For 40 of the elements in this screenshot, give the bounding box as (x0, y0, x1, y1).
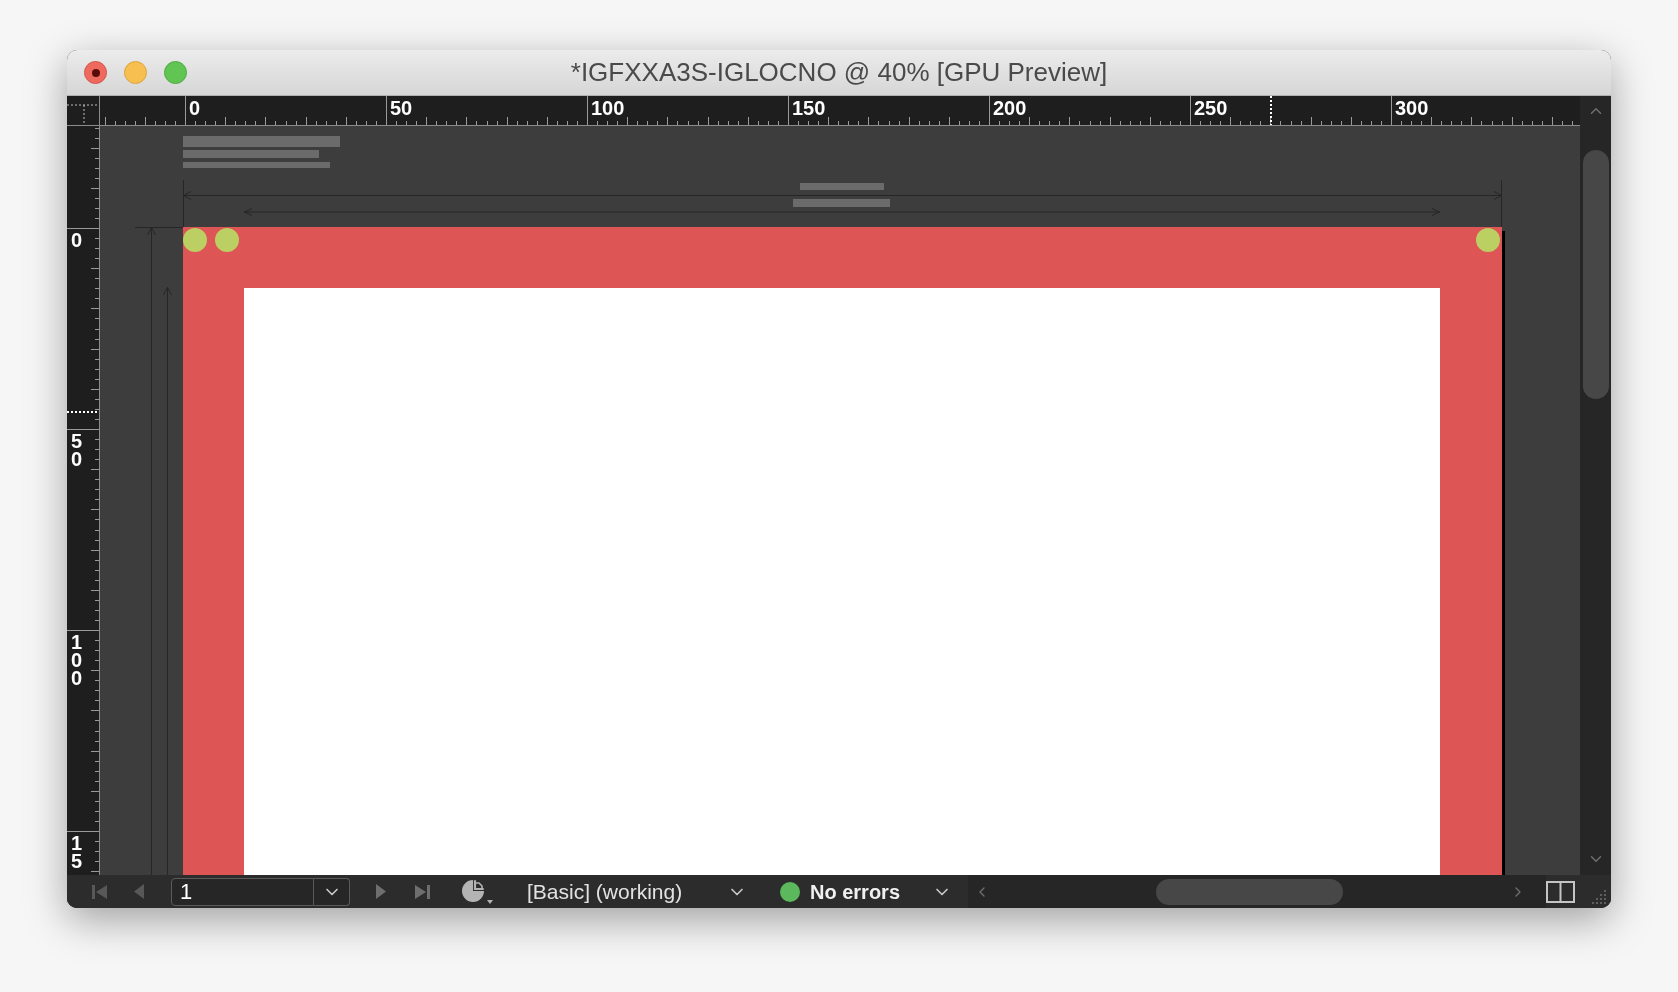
ruler-label: 50 (71, 432, 84, 468)
zoom-button[interactable] (164, 61, 187, 84)
ruler-label: 0 (189, 98, 201, 118)
pie-clock-icon (461, 878, 493, 905)
window-title: *IGFXXA3S-IGLOCNO @ 40% [GPU Preview] (570, 56, 1108, 89)
ruler-label: 150 (792, 98, 826, 118)
dot-icon (91, 68, 100, 77)
split-view-icon (1546, 880, 1575, 903)
last-page-button[interactable] (413, 882, 431, 901)
next-page-button[interactable] (374, 882, 388, 901)
marker-dot-icon (215, 228, 239, 252)
ruler-label: 100 (591, 98, 625, 118)
scrollbar-thumb[interactable] (1582, 150, 1609, 399)
page-number-field[interactable]: 1 (171, 877, 314, 906)
cursor-position-marker (67, 411, 99, 413)
close-button[interactable] (84, 61, 107, 84)
scrollbar-thumb[interactable] (1156, 878, 1343, 905)
ruler-label: 100 (71, 633, 84, 687)
ruler-label: 50 (390, 98, 413, 118)
skip-forward-icon (414, 883, 430, 900)
triangle-left-icon (134, 884, 144, 899)
split-view-button[interactable] (1546, 880, 1575, 903)
page-dropdown-button[interactable] (314, 877, 350, 906)
minimize-button[interactable] (124, 61, 147, 84)
ruler-label: 15 (71, 834, 84, 870)
marker-dot-icon (1476, 228, 1500, 252)
previous-page-button[interactable] (132, 882, 146, 901)
resize-grip-icon (1592, 890, 1606, 904)
ruler-label: 300 (1395, 98, 1429, 118)
skip-back-icon (92, 883, 108, 900)
ruler-label: 200 (993, 98, 1027, 118)
cursor-position-marker (1270, 96, 1272, 125)
ruler-label: 0 (71, 231, 84, 249)
pie-menu-button[interactable] (460, 877, 494, 906)
first-page-button[interactable] (91, 882, 109, 901)
triangle-right-icon (376, 884, 386, 899)
status-dropdown[interactable]: No errors (780, 877, 952, 906)
marker-dot-icon (183, 228, 207, 252)
profile-dropdown[interactable]: [Basic] (working) (527, 877, 747, 906)
ruler-label: 250 (1194, 98, 1228, 118)
